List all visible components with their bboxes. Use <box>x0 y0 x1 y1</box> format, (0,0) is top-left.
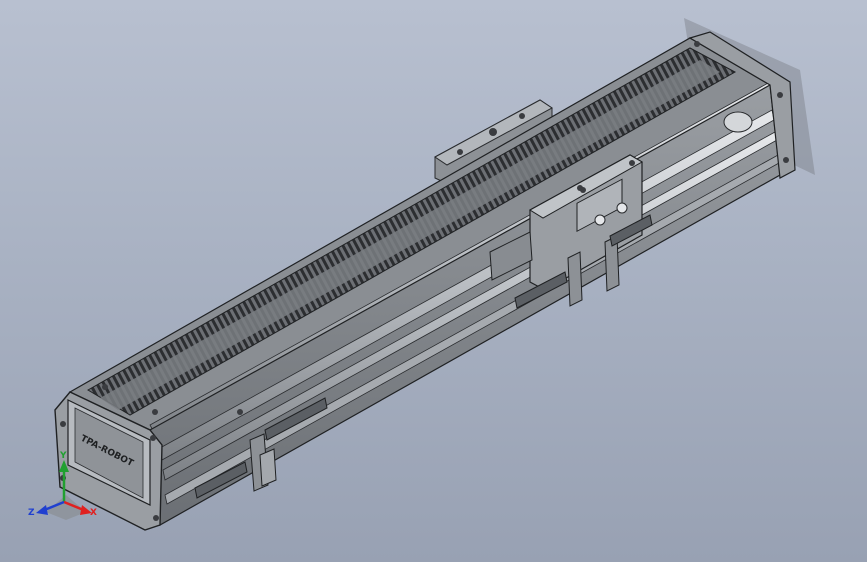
linear-actuator-model[interactable]: TPA-ROBOT Y X Z <box>0 0 867 562</box>
x-axis-label: X <box>90 508 97 518</box>
z-axis-label: Z <box>28 508 35 518</box>
y-axis-label: Y <box>59 451 67 461</box>
cad-viewport[interactable]: TPA-ROBOT Y X Z <box>0 0 867 562</box>
actuator-body <box>68 37 781 526</box>
